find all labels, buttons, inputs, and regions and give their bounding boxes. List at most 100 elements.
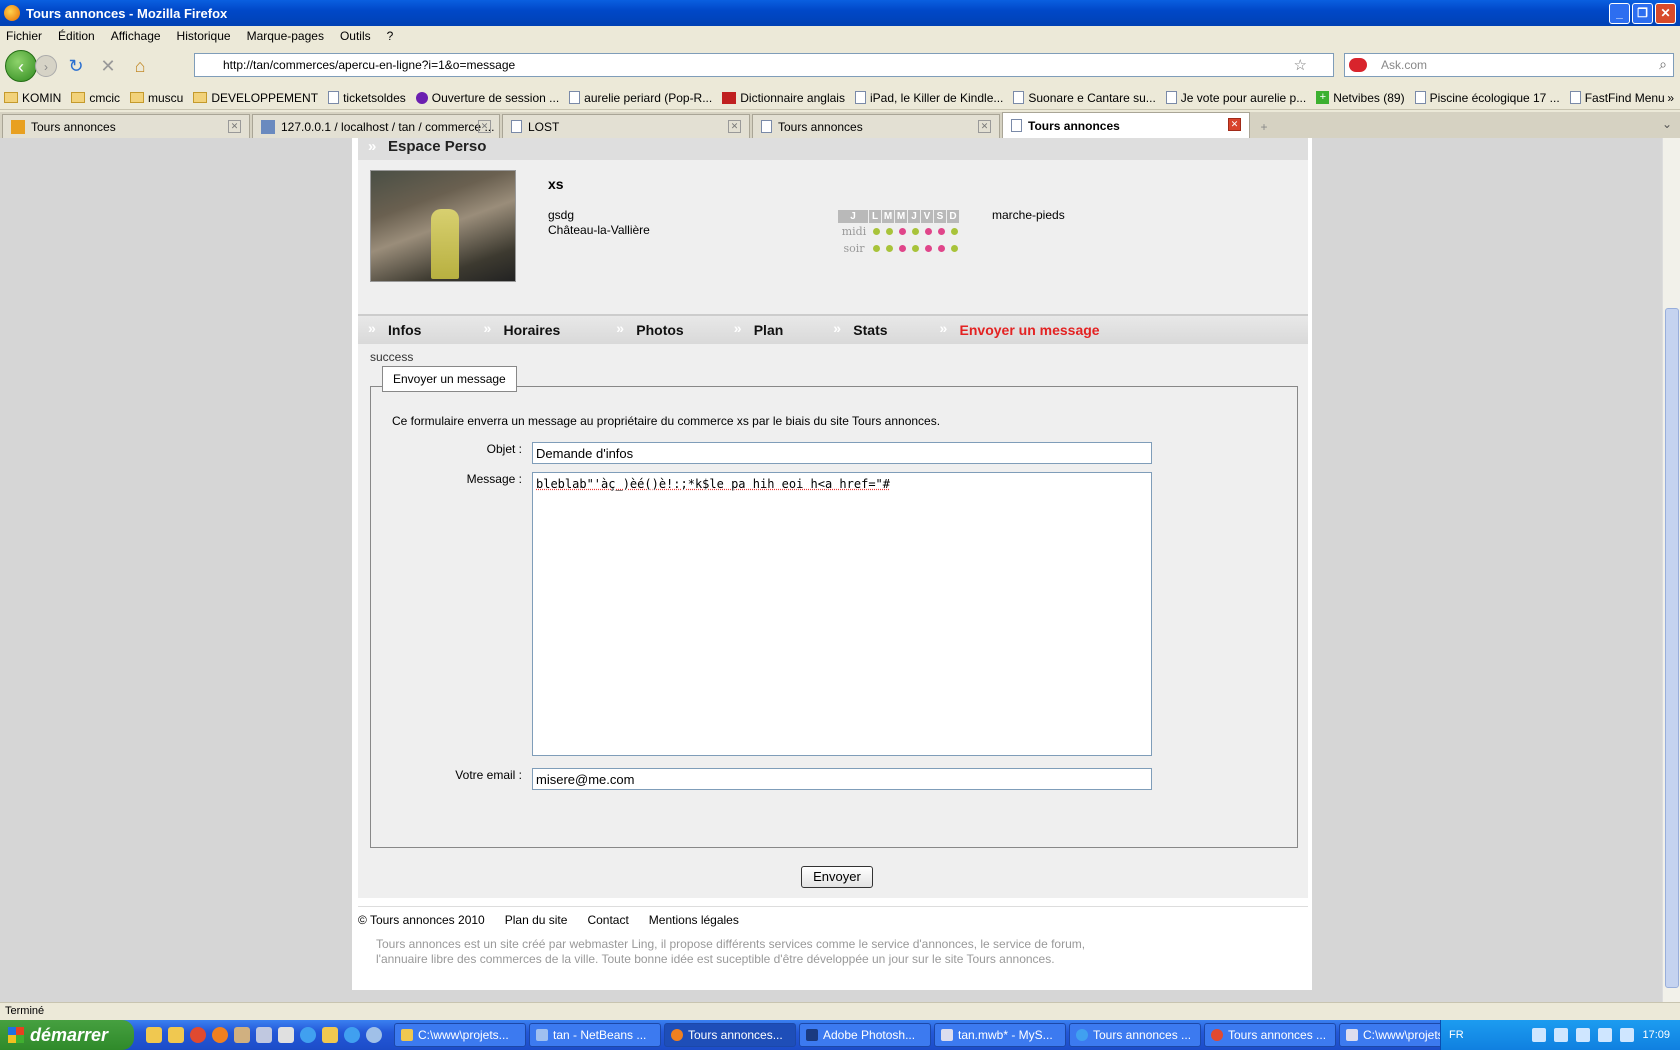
ask-engine-icon[interactable] (1349, 58, 1367, 72)
browser-tab[interactable]: Tours annonces ✕ (2, 114, 250, 138)
folder-icon (401, 1029, 413, 1041)
bookmark-item[interactable]: muscu (130, 91, 183, 105)
chrome-icon[interactable] (190, 1027, 206, 1043)
subnav-infos[interactable]: » Infos (364, 320, 421, 338)
ie-icon[interactable] (300, 1027, 316, 1043)
taskbar-item[interactable]: Tours annonces ... (1069, 1023, 1201, 1047)
status-message: success (370, 350, 414, 364)
taskbar-item[interactable]: Tours annonces ... (1204, 1023, 1336, 1047)
minimize-icon[interactable]: _ (1609, 3, 1630, 24)
footer-links: © Tours annonces 2010 Plan du site Conta… (358, 913, 1308, 927)
bookmark-item[interactable]: aurelie periard (Pop-R... (569, 91, 712, 105)
tab-close-icon[interactable]: ✕ (1228, 118, 1241, 131)
browser-tab-active[interactable]: Tours annonces ✕ (1002, 112, 1250, 138)
taskbar-item-active[interactable]: Tours annonces... (664, 1023, 796, 1047)
globe-icon[interactable] (366, 1027, 382, 1043)
folder-icon[interactable] (168, 1027, 184, 1043)
subnav-envoyer-message[interactable]: » Envoyer un message (936, 320, 1100, 338)
footer-link-plan[interactable]: Plan du site (505, 913, 568, 927)
ie-icon[interactable] (344, 1027, 360, 1043)
browser-tab[interactable]: Tours annonces ✕ (752, 114, 1000, 138)
back-button[interactable]: ‹ (5, 50, 37, 82)
scrollbar-thumb[interactable] (1665, 308, 1679, 988)
search-magnifier-icon[interactable]: ⌕ (1659, 56, 1667, 73)
tab-close-icon[interactable]: ✕ (478, 120, 491, 133)
forward-button[interactable]: › (35, 55, 57, 77)
menu-aide[interactable]: ? (387, 29, 394, 43)
email-input[interactable]: misere@me.com (532, 768, 1152, 790)
search-bar[interactable]: Ask.com ⌕ (1344, 53, 1674, 77)
network-icon[interactable] (1554, 1028, 1569, 1042)
bookmark-item[interactable]: iPad, le Killer de Kindle... (854, 91, 1003, 105)
home-icon[interactable]: ⌂ (127, 53, 153, 79)
browser-tab[interactable]: 127.0.0.1 / localhost / tan / commerce .… (252, 114, 500, 138)
explorer-icon[interactable] (146, 1027, 162, 1043)
reload-icon[interactable]: ↻ (63, 53, 89, 79)
bookmark-item[interactable]: Ouverture de session ... (415, 91, 559, 105)
shop-name: xs (548, 176, 564, 192)
shop-photo[interactable] (370, 170, 516, 282)
taskbar-item[interactable]: C:\www\projets... (394, 1023, 526, 1047)
menu-marque-pages[interactable]: Marque-pages (247, 29, 324, 43)
email-label: Votre email : (455, 768, 522, 782)
menu-edition[interactable]: Édition (58, 29, 95, 43)
new-tab-icon[interactable]: + (1252, 116, 1276, 138)
subnav-plan[interactable]: » Plan (730, 320, 784, 338)
app-icon[interactable] (278, 1027, 294, 1043)
menu-fichier[interactable]: Fichier (6, 29, 42, 43)
start-button[interactable]: démarrer (0, 1020, 134, 1050)
menu-outils[interactable]: Outils (340, 29, 371, 43)
tool-icon[interactable] (256, 1027, 272, 1043)
bookmarks-overflow-icon[interactable]: » (1667, 91, 1674, 105)
page-icon (1414, 91, 1426, 104)
close-icon[interactable]: ✕ (1655, 3, 1676, 24)
subnav-stats[interactable]: » Stats (829, 320, 887, 338)
footer-link-mentions[interactable]: Mentions légales (649, 913, 739, 927)
netbeans-icon (536, 1029, 548, 1041)
taskbar-item[interactable]: Adobe Photosh... (799, 1023, 931, 1047)
bookmark-item[interactable]: Je vote pour aurelie p... (1165, 91, 1306, 105)
taskbar-item[interactable]: tan.mwb* - MyS... (934, 1023, 1066, 1047)
volume-icon[interactable] (1598, 1028, 1613, 1042)
tab-close-icon[interactable]: ✕ (728, 120, 741, 133)
bookmark-item[interactable]: Piscine écologique 17 ... (1414, 91, 1560, 105)
url-bar[interactable]: http://tan/commerces/apercu-en-ligne?i=1… (194, 53, 1334, 77)
bookmark-star-icon[interactable]: ☆ (1294, 56, 1307, 74)
bookmark-item[interactable]: DEVELOPPEMENT (193, 91, 318, 105)
maximize-icon[interactable]: ❐ (1632, 3, 1653, 24)
send-button[interactable]: Envoyer (801, 866, 873, 888)
menu-affichage[interactable]: Affichage (111, 29, 161, 43)
espace-perso-panel: » Espace Perso xs gsdg Château-la-Valliè… (358, 138, 1308, 898)
bookmark-item[interactable]: Suonare e Cantare su... (1013, 91, 1156, 105)
menu-historique[interactable]: Historique (177, 29, 231, 43)
bookmark-item[interactable]: KOMIN (4, 91, 61, 105)
tab-list-icon[interactable]: ⌄ (1662, 117, 1672, 131)
shop-address: gsdg Château-la-Vallière (548, 208, 650, 237)
navigation-toolbar: ‹ › ↻ ✕ ⌂ http://tan/commerces/apercu-en… (0, 46, 1680, 86)
message-textarea[interactable]: bleblab"'àç_)èé()è!:;*k$le pa hih eoi h<… (532, 472, 1152, 756)
folder-icon[interactable] (322, 1027, 338, 1043)
browser-tab[interactable]: LOST ✕ (502, 114, 750, 138)
taskbar-item[interactable]: tan - NetBeans ... (529, 1023, 661, 1047)
tab-close-icon[interactable]: ✕ (978, 120, 991, 133)
subject-input[interactable]: Demande d'infos (532, 442, 1152, 464)
bluetooth-icon[interactable] (1576, 1028, 1591, 1042)
tray-arrow-icon[interactable] (1532, 1028, 1547, 1042)
section-header: » Espace Perso (358, 138, 1308, 160)
bookmark-item[interactable]: FastFind Menu (1569, 91, 1665, 105)
message-label: Message : (466, 472, 522, 486)
language-indicator[interactable]: FR (1449, 1029, 1464, 1041)
subnav-photos[interactable]: » Photos (612, 320, 683, 338)
subnav-horaires[interactable]: » Horaires (479, 320, 560, 338)
bookmark-item[interactable]: Dictionnaire anglais (722, 91, 845, 105)
security-shield-icon[interactable] (1620, 1028, 1635, 1042)
bookmark-item[interactable]: cmcic (71, 91, 120, 105)
footer-link-contact[interactable]: Contact (587, 913, 628, 927)
stop-icon[interactable]: ✕ (95, 53, 121, 79)
tab-close-icon[interactable]: ✕ (228, 120, 241, 133)
bookmark-item[interactable]: + Netvibes (89) (1316, 91, 1405, 105)
vertical-scrollbar[interactable] (1662, 138, 1680, 1002)
user-icon[interactable] (234, 1027, 250, 1043)
bookmark-item[interactable]: ticketsoldes (328, 91, 406, 105)
firefox-icon[interactable] (212, 1027, 228, 1043)
